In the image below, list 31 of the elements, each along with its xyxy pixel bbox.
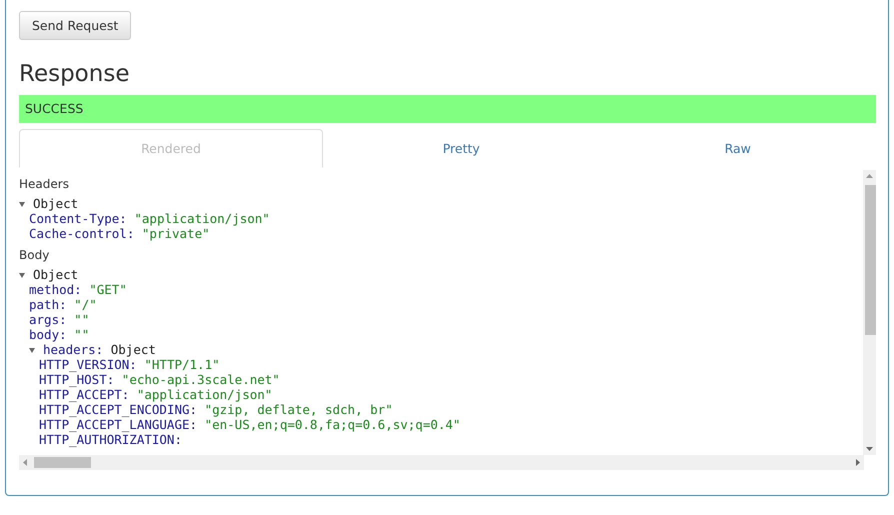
triangle-icon[interactable] <box>29 346 35 352</box>
tree-entry: Content-Type: "application/json" <box>29 211 270 226</box>
tree-entry: method: "GET" <box>29 282 127 297</box>
tree-entry: HTTP_ACCEPT_LANGUAGE: "en-US,en;q=0.8,fa;q=0.6,sv;q=0.4" <box>39 417 460 432</box>
tree-entry[interactable]: Object <box>33 267 78 282</box>
scrollbar-thumb[interactable] <box>34 457 91 468</box>
vertical-scrollbar[interactable] <box>863 170 876 455</box>
scroll-left-arrow-icon[interactable] <box>22 459 29 466</box>
tree-entry: HTTP_ACCEPT_ENCODING: "gzip, deflate, sdch, br" <box>39 402 393 417</box>
tree-entry: path: "/" <box>29 297 97 312</box>
triangle-icon[interactable] <box>19 272 25 278</box>
scroll-down-arrow-icon[interactable] <box>866 445 873 452</box>
scrollbar-thumb[interactable] <box>865 185 876 335</box>
horizontal-scrollbar[interactable] <box>19 455 864 470</box>
tree-entry: body: "" <box>29 327 90 342</box>
response-heading: Response <box>19 60 130 88</box>
tree-entry[interactable]: headers: Object <box>43 342 156 357</box>
tree-entry: Cache-control: "private" <box>29 226 210 241</box>
tree-entry: HTTP_AUTHORIZATION: <box>39 432 182 447</box>
status-bar: SUCCESS <box>19 95 876 123</box>
tree-entry: HTTP_HOST: "echo-api.3scale.net" <box>39 372 280 387</box>
section-label: Headers <box>19 177 70 191</box>
send-request-button[interactable]: Send Request <box>19 11 132 40</box>
scroll-up-arrow-icon[interactable] <box>866 173 873 180</box>
scroll-right-arrow-icon[interactable] <box>854 459 861 466</box>
tree-entry: args: "" <box>29 312 90 327</box>
tree-entry[interactable]: Object <box>33 196 78 211</box>
section-label: Body <box>19 248 50 262</box>
triangle-icon[interactable] <box>19 200 25 206</box>
tree-entry: HTTP_VERSION: "HTTP/1.1" <box>39 357 220 372</box>
tree-entry: HTTP_ACCEPT: "application/json" <box>39 387 272 402</box>
